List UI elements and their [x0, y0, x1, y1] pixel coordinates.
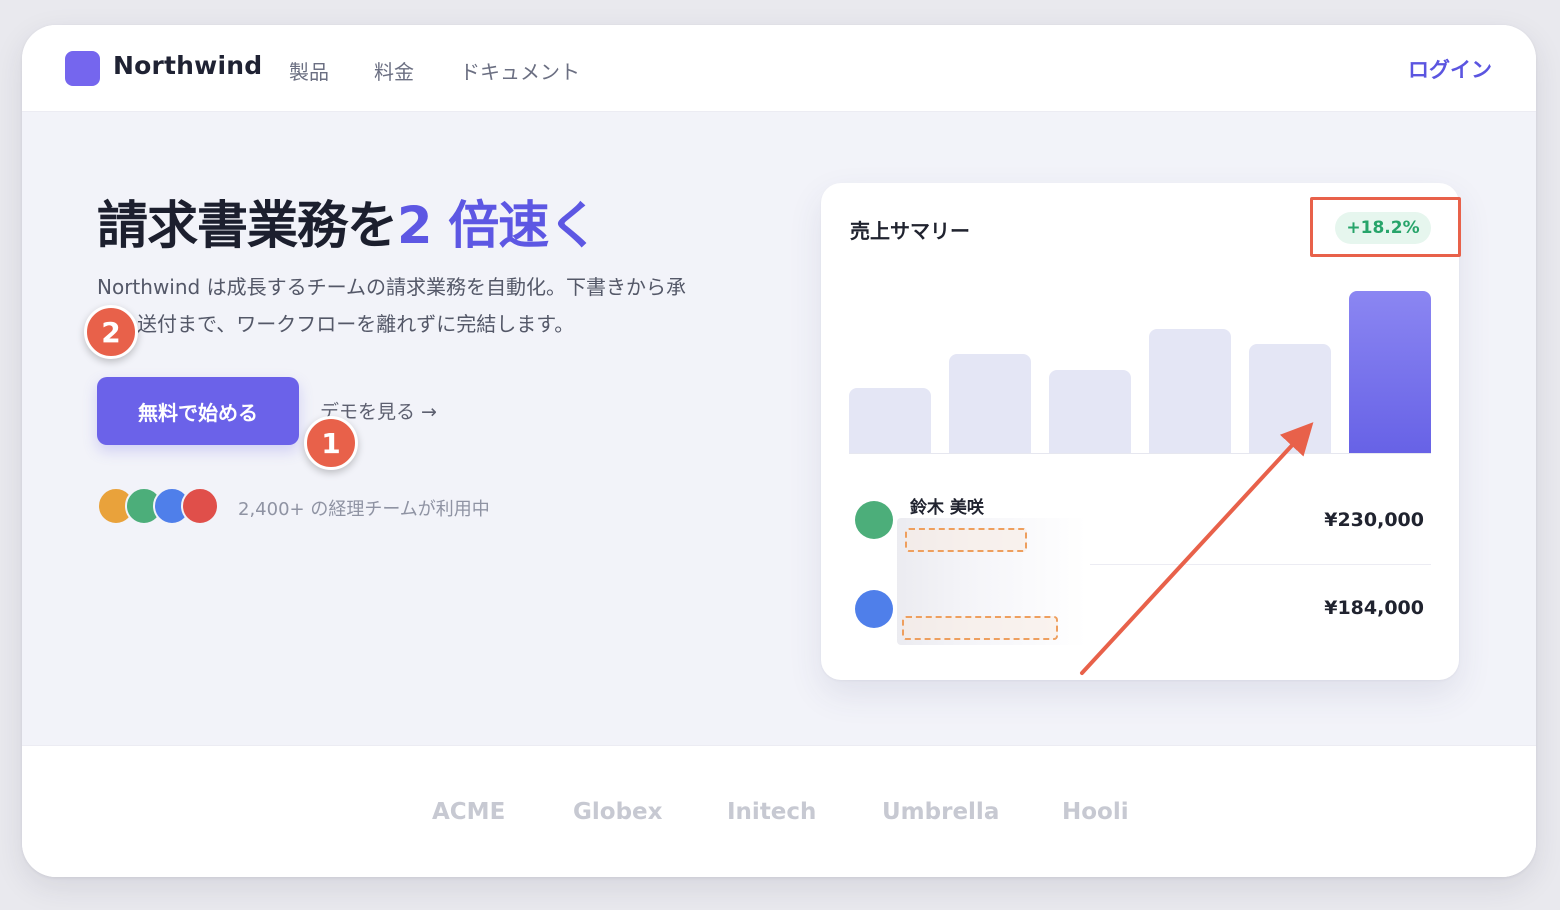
customer-avatars: [97, 487, 227, 527]
chart-bar: [1349, 291, 1431, 453]
hero-headline: 請求書業務を2 倍速く: [97, 184, 599, 258]
customer-dot-icon: [855, 501, 893, 539]
customer-name: 鈴木 美咲: [910, 498, 984, 518]
headline-accent: 2 倍速く: [397, 197, 599, 256]
redaction-box: [902, 616, 1058, 640]
headline-main: 請求書業務を: [97, 197, 398, 256]
avatar: [181, 487, 219, 525]
sales-summary-card: 売上サマリー +18.2% 鈴木 美咲 ¥230,000 ¥184,000: [821, 183, 1459, 680]
chart-baseline: [849, 453, 1431, 454]
sales-bar-chart: [849, 283, 1431, 453]
card-title: 売上サマリー: [850, 219, 970, 243]
partner-logo-acme: ACME: [432, 799, 506, 825]
chart-bar: [1049, 370, 1131, 453]
hero-section: 請求書業務を2 倍速く Northwind は成長するチームの請求業務を自動化。…: [22, 112, 1536, 745]
chart-bar: [949, 354, 1031, 453]
brand-name[interactable]: Northwind: [113, 51, 262, 80]
partner-logo-globex: Globex: [573, 799, 663, 825]
nav-link-docs[interactable]: ドキュメント: [460, 56, 580, 85]
chart-bar: [1249, 344, 1331, 453]
redaction-box: [905, 528, 1027, 552]
browser-window: Northwind 製品 料金 ドキュメント ログイン 請求書業務を2 倍速く …: [22, 25, 1536, 877]
annotation-badge-1: 1: [304, 416, 358, 470]
top-navigation: Northwind 製品 料金 ドキュメント ログイン: [22, 25, 1536, 112]
partner-logo-hooli: Hooli: [1062, 799, 1129, 825]
highlight-box: [1310, 197, 1461, 257]
partner-logos: ACME Globex Initech Umbrella Hooli: [22, 745, 1536, 877]
row-amount: ¥184,000: [1324, 597, 1424, 619]
nav-link-products[interactable]: 製品: [289, 56, 329, 85]
brand-logo-icon[interactable]: [65, 51, 100, 86]
hero-subcopy: Northwind は成長するチームの請求業務を自動化。下書きから承認・送付まで…: [97, 275, 686, 336]
start-free-button[interactable]: 無料で始める: [97, 377, 299, 445]
login-link[interactable]: ログイン: [1408, 54, 1492, 84]
chart-bar: [849, 388, 931, 453]
nav-link-pricing[interactable]: 料金: [374, 56, 414, 85]
annotation-badge-2: 2: [84, 305, 138, 359]
partner-logo-umbrella: Umbrella: [882, 799, 1000, 825]
row-divider: [1090, 564, 1431, 565]
chart-bar: [1149, 329, 1231, 453]
customer-dot-icon: [855, 590, 893, 628]
social-proof-text: 2,400+ の経理チームが利用中: [238, 499, 490, 520]
partner-logo-initech: Initech: [727, 799, 817, 825]
row-amount: ¥230,000: [1324, 509, 1424, 531]
